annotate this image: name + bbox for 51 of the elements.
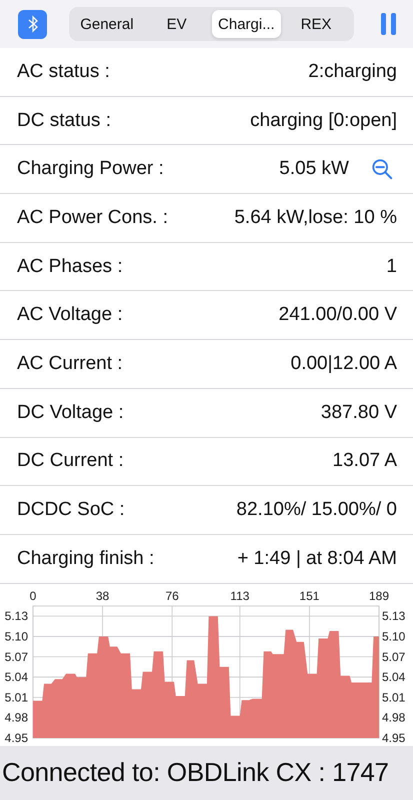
y-tick-label: 5.10	[4, 629, 28, 644]
row-value: 0.00|12.00 A	[290, 352, 397, 375]
row-label: AC Voltage :	[17, 304, 124, 326]
row-value: 5.05 kW	[279, 158, 349, 180]
row-value: 2:charging	[308, 60, 397, 83]
y-tick-label: 5.01	[4, 690, 28, 704]
x-tick-label: 38	[96, 588, 110, 603]
row-value: 13.07 A	[332, 450, 397, 472]
row-value: 5.64 kW,lose: 10 %	[234, 206, 397, 229]
tab[interactable]: General	[72, 10, 142, 38]
x-tick-label: 76	[165, 588, 179, 603]
row-value: 387.80 V	[320, 402, 397, 424]
y-tick-label: 5.04	[382, 670, 406, 684]
row-label: DC Voltage :	[17, 402, 125, 424]
row-label: AC status :	[17, 60, 111, 83]
row-label: DC Current :	[17, 450, 125, 472]
y-tick-label: 5.07	[382, 649, 406, 664]
row-label: AC Phases :	[17, 256, 124, 278]
row-value: charging [0:open]	[250, 110, 397, 132]
y-tick-label: 5.13	[4, 608, 28, 623]
x-tick-label: 151	[299, 588, 320, 603]
zoom-out-icon[interactable]	[371, 158, 393, 180]
tab[interactable]: Chargi...	[212, 10, 282, 38]
row-label: AC Power Cons. :	[17, 206, 169, 229]
y-tick-label: 5.04	[4, 670, 28, 684]
y-tick-label: 4.95	[382, 730, 406, 745]
row-value: 1	[386, 256, 397, 278]
x-tick-label: 189	[368, 588, 390, 603]
y-tick-label: 4.95	[4, 730, 28, 745]
bluetooth-button[interactable]	[18, 10, 47, 38]
y-tick-label: 5.10	[382, 629, 406, 644]
bluetooth-icon	[26, 15, 38, 33]
row-label: DCDC SoC :	[17, 499, 126, 522]
row-label: AC Current :	[17, 352, 124, 375]
x-tick-label: 0	[30, 588, 36, 603]
tab[interactable]: EV	[142, 10, 212, 38]
row-value: 241.00/0.00 V	[278, 304, 397, 326]
pause-button[interactable]	[381, 13, 396, 35]
y-tick-label: 5.01	[382, 690, 406, 704]
x-tick-label: 113	[230, 588, 250, 603]
row-label: Charging Power :	[17, 158, 165, 180]
y-tick-label: 4.98	[382, 710, 406, 724]
row-value: + 1:49 | at 8:04 AM	[237, 548, 397, 570]
y-tick-label: 4.98	[4, 710, 28, 724]
row-label: DC status :	[17, 110, 112, 132]
y-tick-label: 5.07	[4, 649, 28, 664]
y-tick-label: 5.13	[382, 608, 406, 623]
row-label: Charging finish :	[17, 548, 156, 570]
row-value: 82.10%/ 15.00%/ 0	[236, 499, 397, 522]
connection-status: Connected to: OBDLink CX : 1747	[2, 757, 389, 788]
tab[interactable]: REX	[281, 10, 351, 38]
